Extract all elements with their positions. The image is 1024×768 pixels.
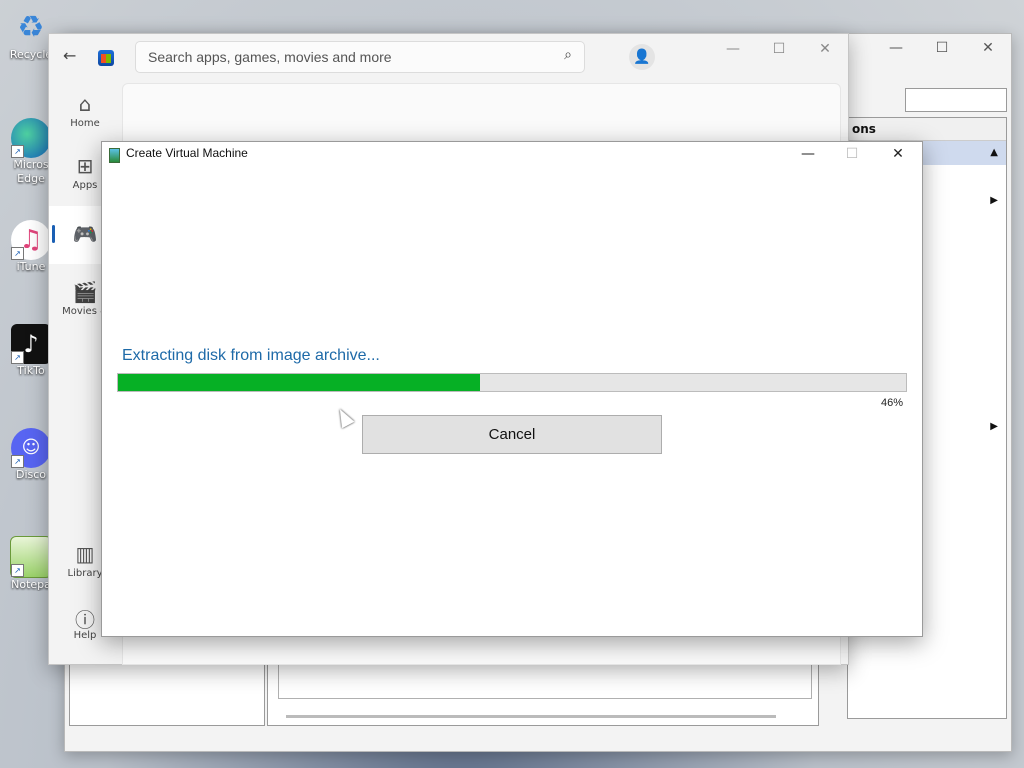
tiktok-icon: ♪ ↗: [11, 324, 51, 364]
edge-icon: ↗: [11, 118, 51, 158]
maximize-icon: ☐: [845, 146, 859, 162]
dialog-title: Create Virtual Machine: [126, 146, 248, 160]
search-box[interactable]: ⌕: [135, 41, 585, 73]
discord-icon: ☺ ↗: [11, 428, 51, 468]
progress-fill: [118, 374, 481, 391]
home-icon: ⌂: [78, 92, 92, 116]
close-icon[interactable]: ✕: [965, 34, 1011, 64]
notepad-icon: ↗: [10, 536, 52, 578]
maximize-icon[interactable]: ☐: [919, 34, 965, 64]
minimize-icon[interactable]: —: [873, 34, 919, 64]
search-icon[interactable]: ⌕: [564, 47, 572, 63]
minimize-icon[interactable]: —: [710, 34, 756, 66]
recycle-bin-icon: ♻: [17, 10, 45, 45]
nav-label: Home: [70, 118, 100, 129]
close-icon[interactable]: ✕: [802, 34, 848, 66]
back-window-controls: — ☐ ✕: [873, 34, 1011, 64]
cancel-button[interactable]: Cancel: [362, 415, 662, 454]
search-input[interactable]: [146, 48, 550, 66]
itunes-icon: ♫ ↗: [11, 220, 51, 260]
collapse-up-icon[interactable]: ▲: [990, 141, 1006, 165]
app-icon: [109, 148, 120, 163]
progress-bar: [117, 373, 907, 392]
store-logo-icon: [98, 50, 114, 66]
minimize-icon[interactable]: —: [786, 142, 830, 166]
submenu-arrow-icon: ▶: [990, 195, 998, 206]
account-icon[interactable]: 👤: [629, 44, 655, 70]
progress-percent: 46%: [880, 397, 903, 409]
active-indicator: [52, 225, 55, 243]
horizontal-scrollbar[interactable]: [286, 715, 776, 718]
create-vm-dialog: Create Virtual Machine — ☐ ✕ Extracting …: [101, 141, 923, 637]
actions-pane-header: ons: [848, 118, 1006, 141]
close-icon[interactable]: ✕: [876, 142, 920, 166]
maximize-icon[interactable]: ☐: [756, 34, 802, 66]
status-text: Extracting disk from image archive...: [122, 347, 380, 364]
nav-home[interactable]: ⌂ Home: [49, 92, 121, 129]
store-window-controls: — ☐ ✕: [710, 34, 848, 66]
submenu-arrow-icon: ▶: [990, 421, 998, 432]
back-arrow-icon[interactable]: ←: [63, 46, 76, 65]
back-window-toolbar-strip: [905, 88, 1007, 112]
